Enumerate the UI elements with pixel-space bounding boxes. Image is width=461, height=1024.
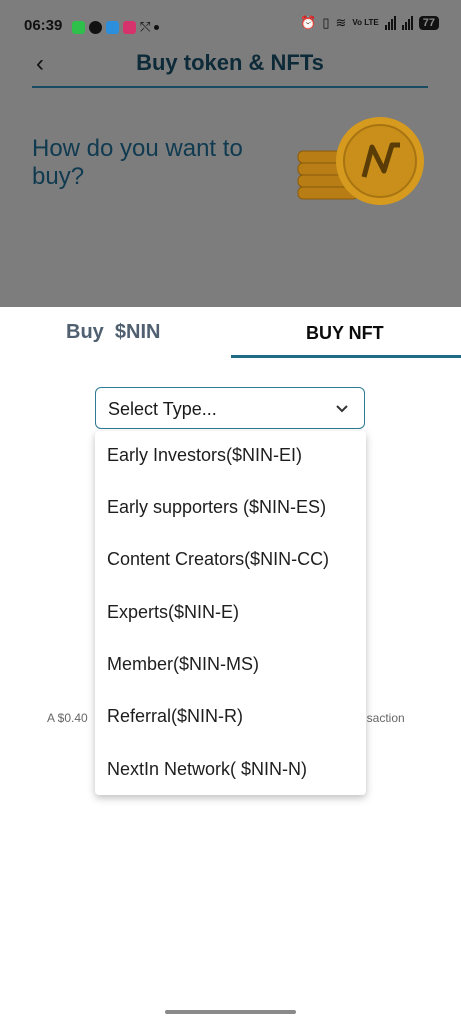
whatsapp-icon bbox=[72, 20, 85, 34]
tab-indicator bbox=[231, 355, 461, 358]
alarm-icon: ⏰ bbox=[300, 15, 317, 30]
menu-item-early-supporters[interactable]: Early supporters ($NIN-ES) bbox=[107, 497, 326, 518]
chevron-down-icon bbox=[336, 405, 348, 413]
tab-buy-nft[interactable]: BUY NFT bbox=[306, 323, 384, 344]
menu-item-experts[interactable]: Experts($NIN-E) bbox=[107, 602, 239, 623]
vibrate-icon: ▯ bbox=[322, 15, 330, 30]
menu-item-nextin-network[interactable]: NextIn Network( $NIN-N) bbox=[107, 759, 307, 780]
overlay-top: 06:39 ⤲ ⏰ ▯ ≋ Vo LTE 77 ‹ Buy token & NF… bbox=[0, 0, 461, 307]
signal-icon-2 bbox=[401, 16, 413, 30]
volte-label: Vo LTE bbox=[352, 18, 379, 27]
missed-call-icon: ⤲ bbox=[140, 19, 151, 34]
coin-icon bbox=[296, 115, 431, 215]
wifi-icon: ≋ bbox=[335, 15, 347, 30]
fee-note-right: nsaction bbox=[360, 711, 405, 725]
select-placeholder: Select Type... bbox=[108, 399, 217, 419]
page-title: Buy token & NFTs bbox=[136, 50, 324, 75]
type-select[interactable]: Select Type... bbox=[95, 387, 365, 429]
status-time: 06:39 bbox=[24, 17, 63, 34]
signal-icon bbox=[384, 16, 396, 30]
fee-note-left: A $0.40 bbox=[47, 711, 88, 725]
hero-question: How do you want to buy? bbox=[32, 135, 243, 190]
menu-item-content-creators[interactable]: Content Creators($NIN-CC) bbox=[107, 549, 329, 570]
system-icons: ⏰ ▯ ≋ Vo LTE 77 bbox=[300, 15, 439, 31]
instagram-icon bbox=[123, 20, 136, 34]
menu-item-referral[interactable]: Referral($NIN-R) bbox=[107, 706, 243, 727]
telegram-icon bbox=[106, 20, 119, 34]
type-dropdown-menu: Early Investors($NIN-EI) Early supporter… bbox=[95, 431, 366, 795]
notification-icons: ⤲ bbox=[72, 19, 160, 35]
status-bar: 06:39 ⤲ ⏰ ▯ ≋ Vo LTE 77 bbox=[0, 0, 461, 52]
chat-icon bbox=[89, 20, 102, 34]
dot-icon bbox=[154, 24, 160, 30]
battery-icon: 77 bbox=[418, 16, 439, 30]
header: ‹ Buy token & NFTs bbox=[32, 48, 428, 88]
menu-item-early-investors[interactable]: Early Investors($NIN-EI) bbox=[107, 445, 302, 466]
gesture-nav-bar[interactable] bbox=[165, 1010, 296, 1014]
menu-item-member[interactable]: Member($NIN-MS) bbox=[107, 654, 259, 675]
tab-buy-nin[interactable]: Buy $NIN bbox=[66, 321, 160, 344]
bottom-sheet: Buy $NIN BUY NFT Select Type... A $0.40 … bbox=[0, 307, 461, 1024]
